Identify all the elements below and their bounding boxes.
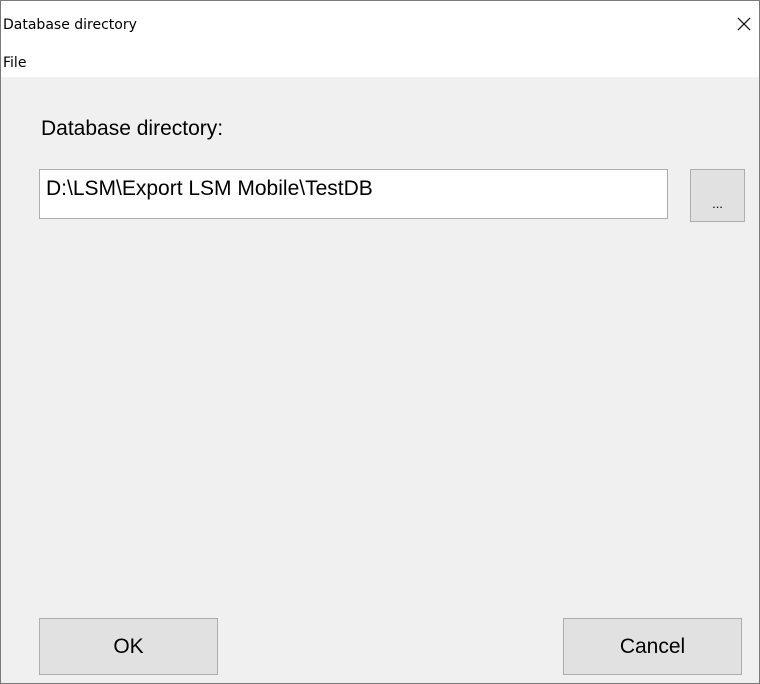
menu-bar: File bbox=[1, 47, 759, 77]
dialog-window: Database directory File Database directo… bbox=[0, 0, 760, 684]
cancel-button-label: Cancel bbox=[619, 634, 686, 658]
close-icon bbox=[737, 17, 751, 31]
database-directory-label: Database directory: bbox=[41, 117, 224, 140]
ok-button[interactable]: OK bbox=[39, 618, 218, 675]
menu-item-file[interactable]: File bbox=[3, 55, 26, 71]
browse-button-label: ... bbox=[712, 196, 723, 211]
database-path-input[interactable]: D:\LSM\Export LSM Mobile\TestDB bbox=[39, 169, 668, 219]
cancel-button[interactable]: Cancel bbox=[563, 618, 742, 675]
browse-button[interactable]: ... bbox=[690, 169, 745, 222]
ok-button-label: OK bbox=[113, 634, 144, 658]
window-title: Database directory bbox=[3, 17, 137, 33]
close-button[interactable] bbox=[729, 9, 759, 39]
title-bar: Database directory bbox=[1, 1, 759, 47]
